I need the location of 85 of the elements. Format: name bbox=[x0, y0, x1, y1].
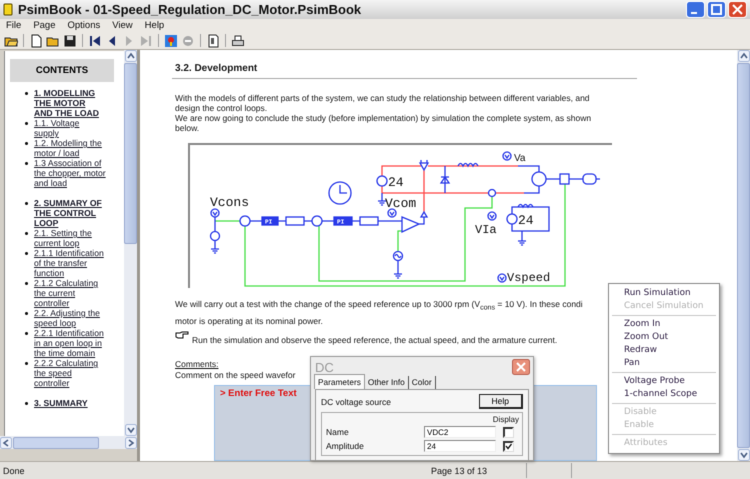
bullet-icon bbox=[25, 252, 28, 255]
first-page-icon[interactable] bbox=[88, 34, 102, 48]
contents-link[interactable]: 3. SUMMARY bbox=[34, 398, 106, 408]
bullet-icon bbox=[25, 402, 28, 405]
menu-item[interactable]: Zoom In bbox=[609, 318, 719, 331]
circuit-label: VIa bbox=[475, 223, 497, 237]
contents-link[interactable]: 1. MODELLING THE MOTOR AND THE LOAD bbox=[34, 88, 106, 118]
paragraph: We are now going to conclude the study (before implementation) by simulation the complete system, as shown below. bbox=[175, 113, 592, 133]
app-icon bbox=[3, 3, 13, 16]
circuit-label: 24 bbox=[388, 175, 404, 190]
instruction-text: Run the simulation and observe the speed reference, the actual speed, and the armature current. bbox=[192, 334, 558, 347]
contents-link[interactable]: 1.3 Association of the chopper, motor and load bbox=[34, 158, 106, 188]
contents-link[interactable]: 2.2.1 Identification in an open loop in the time domain bbox=[34, 328, 106, 358]
bullet-icon bbox=[25, 332, 28, 335]
save-icon[interactable] bbox=[63, 34, 77, 48]
close-button[interactable] bbox=[512, 359, 530, 375]
description-text: DC voltage source bbox=[321, 396, 391, 406]
input-field[interactable]: 24 bbox=[424, 440, 496, 452]
status-text: Done bbox=[2, 466, 26, 476]
menu-item[interactable]: Pan bbox=[609, 357, 719, 370]
scrollbar-thumb[interactable] bbox=[13, 436, 99, 448]
scroll-down-button[interactable] bbox=[124, 424, 136, 436]
page-indicator: Page 13 of 13 bbox=[430, 466, 488, 476]
menu-item[interactable]: Page bbox=[33, 20, 56, 31]
scroll-left-button[interactable] bbox=[0, 436, 12, 448]
bullet-icon bbox=[25, 312, 28, 315]
column-header: Display bbox=[492, 415, 519, 424]
contents-link[interactable]: 1.2. Modelling the motor / load bbox=[34, 138, 106, 158]
menu-item[interactable]: Zoom Out bbox=[609, 331, 719, 344]
bullet-icon bbox=[25, 122, 28, 125]
dialog-title: DC bbox=[315, 360, 334, 374]
page-icon[interactable] bbox=[206, 34, 220, 48]
maximize-button[interactable] bbox=[707, 1, 726, 18]
menu-item[interactable]: Redraw bbox=[609, 344, 719, 357]
contents-link[interactable]: 2.1. Setting the current loop bbox=[34, 228, 106, 248]
field-label: Amplitude bbox=[326, 441, 365, 451]
checkbox[interactable] bbox=[502, 440, 514, 452]
bullet-icon bbox=[25, 162, 28, 165]
menu-item[interactable]: Voltage Probe bbox=[609, 375, 719, 388]
contents-link[interactable]: 2. SUMMARY OF THE CONTROL LOOP bbox=[34, 198, 106, 228]
comments-heading: Comments: bbox=[175, 358, 218, 370]
contents-header: CONTENTS bbox=[10, 59, 114, 82]
paragraph: Comment on the speed wavefor bbox=[175, 370, 296, 381]
window-title: PsimBook - 01-Speed_Regulation_DC_Motor.PsimBook bbox=[18, 2, 362, 17]
scrollbar-thumb[interactable] bbox=[737, 63, 750, 448]
menu-item[interactable]: Run Simulation bbox=[609, 287, 719, 300]
run-icon[interactable] bbox=[164, 34, 178, 48]
scroll-down-button[interactable] bbox=[738, 449, 750, 461]
paragraph: With the models of different parts of the system, we can study the relationship between different variables, and design the control loops. bbox=[175, 93, 591, 113]
scrollbar-thumb[interactable] bbox=[124, 63, 137, 244]
menu-item[interactable]: Options bbox=[68, 20, 100, 31]
tab[interactable]: Parameters bbox=[314, 374, 365, 389]
scroll-up-button[interactable] bbox=[738, 50, 750, 62]
checkbox[interactable] bbox=[502, 426, 514, 438]
bullet-icon bbox=[25, 362, 28, 365]
minimize-button[interactable] bbox=[686, 1, 705, 18]
scroll-right-button[interactable] bbox=[125, 436, 137, 448]
bullet-icon bbox=[25, 232, 28, 235]
bullet-icon bbox=[25, 142, 28, 145]
print-icon[interactable] bbox=[231, 34, 245, 48]
pointing-hand-icon bbox=[175, 330, 189, 340]
circuit-label: Vcons bbox=[210, 195, 250, 210]
contents-link[interactable]: 1.1. Voltage supply bbox=[34, 118, 106, 138]
circuit-label: Va bbox=[514, 153, 526, 164]
bullet-icon bbox=[25, 282, 28, 285]
menu-item[interactable]: 1-channel Scope bbox=[609, 388, 719, 401]
contents-link[interactable]: 2.1.2 Calculating the current controller bbox=[34, 278, 106, 308]
input-field[interactable]: VDC2 bbox=[424, 426, 496, 438]
contents-link[interactable]: 2.2. Adjusting the speed loop bbox=[34, 308, 106, 328]
field-label: Name bbox=[326, 427, 350, 437]
paragraph: We will carry out a test with the change of the speed reference up to 3000 rpm (V$_{cons}$ = 10 V). In these condi bbox=[175, 298, 583, 314]
circuit-label: Vcom bbox=[385, 196, 416, 211]
bullet-icon bbox=[25, 92, 28, 95]
circuit-label: Vspeed bbox=[507, 271, 550, 285]
menu-item[interactable]: File bbox=[6, 20, 22, 31]
bullet-icon bbox=[25, 202, 28, 205]
scroll-up-button[interactable] bbox=[124, 50, 136, 62]
help-button[interactable]: Help bbox=[478, 394, 523, 409]
contents-link[interactable]: 2.2.2 Calculating the speed controller bbox=[34, 358, 106, 388]
menu-item[interactable]: View bbox=[112, 20, 133, 31]
menu-item[interactable]: Help bbox=[144, 20, 164, 31]
contents-link[interactable]: 2.1.1 Identification of the transfer function bbox=[34, 248, 106, 278]
section-heading: 3.2. Development bbox=[175, 63, 258, 75]
circuit-label: 24 bbox=[518, 213, 534, 228]
paragraph: motor is operating at its nominal power. bbox=[175, 314, 323, 328]
